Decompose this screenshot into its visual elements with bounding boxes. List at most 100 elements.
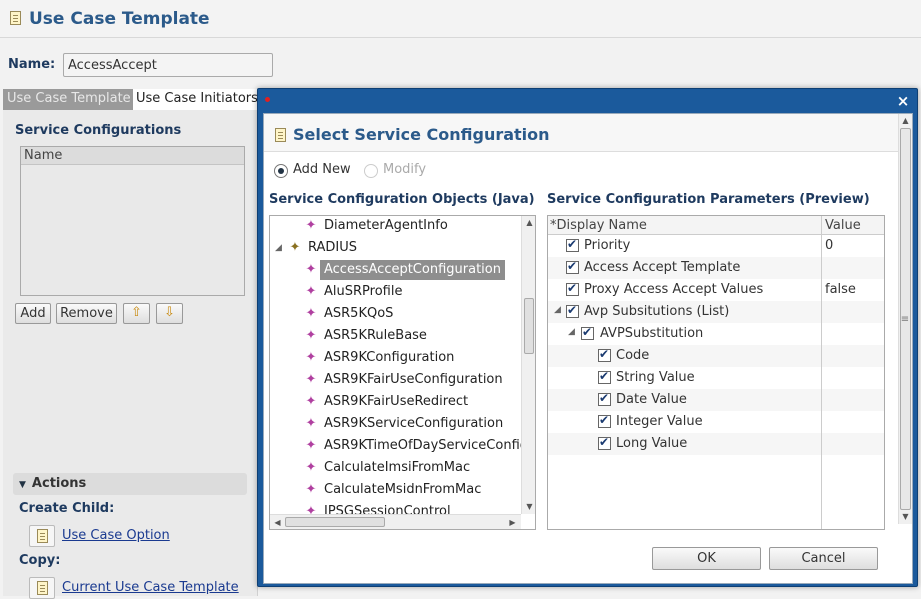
diamond-icon: ✦ xyxy=(305,328,317,343)
tree-item[interactable]: ✦ ASR9KFairUseConfiguration xyxy=(270,370,521,390)
checkbox[interactable] xyxy=(566,259,579,274)
dialog-body: Select Service Configuration Add New Mod… xyxy=(263,113,913,584)
tree-item[interactable]: ✦ ASR5KQoS xyxy=(270,304,521,324)
collapse-icon[interactable]: ◢ xyxy=(275,238,285,258)
diamond-icon: ✦ xyxy=(305,460,317,475)
table-row[interactable]: Code xyxy=(548,345,884,367)
column-value[interactable]: Value xyxy=(825,218,861,233)
current-use-case-template-link[interactable]: Current Use Case Template xyxy=(62,580,239,595)
tree-item[interactable]: ✦ ASR9KServiceConfiguration xyxy=(270,414,521,434)
dialog-header: Select Service Configuration xyxy=(264,114,898,152)
collapse-icon[interactable]: ◢ xyxy=(568,327,575,337)
list-header-name[interactable]: Name xyxy=(21,147,244,165)
move-up-button[interactable]: ⇧ xyxy=(123,303,150,324)
use-case-option-link[interactable]: Use Case Option xyxy=(62,528,170,543)
actions-section-header[interactable]: ▼ Actions xyxy=(13,473,247,495)
ok-button[interactable]: OK xyxy=(652,547,761,570)
tree-horizontal-thumb[interactable] xyxy=(285,517,385,527)
scroll-down-icon[interactable]: ▼ xyxy=(899,510,912,523)
document-icon xyxy=(37,581,48,595)
scroll-right-icon[interactable]: ▶ xyxy=(506,516,519,529)
page-title: Use Case Template xyxy=(29,9,210,29)
table-row[interactable]: Priority 0 xyxy=(548,235,884,257)
checkbox[interactable] xyxy=(598,369,611,384)
cancel-button[interactable]: Cancel xyxy=(769,547,878,570)
diamond-icon: ✦ xyxy=(305,482,317,497)
checkbox[interactable] xyxy=(598,435,611,450)
checkbox[interactable] xyxy=(566,281,579,296)
diamond-icon: ✦ xyxy=(305,372,317,387)
name-input[interactable] xyxy=(63,53,273,77)
add-new-label[interactable]: Add New xyxy=(293,162,351,177)
diamond-icon: ✦ xyxy=(305,218,317,233)
scroll-left-icon[interactable]: ◀ xyxy=(271,516,284,529)
objects-title: Service Configuration Objects (Java) xyxy=(269,192,535,207)
table-row[interactable]: ◢ Avp Subsitutions (List) xyxy=(548,301,884,323)
folder-icon: ✦ xyxy=(289,240,301,255)
service-configurations-list[interactable]: Name xyxy=(20,146,245,296)
tree-vertical-thumb[interactable] xyxy=(524,298,534,354)
tree-item-selected[interactable]: ✦ AccessAcceptConfiguration xyxy=(270,260,521,280)
close-icon[interactable]: × xyxy=(894,92,912,110)
collapse-icon[interactable]: ◢ xyxy=(554,305,561,315)
copy-label: Copy: xyxy=(19,553,61,568)
params-title: Service Configuration Parameters (Previe… xyxy=(547,192,870,207)
table-row[interactable]: String Value xyxy=(548,367,884,389)
table-row[interactable]: ◢ AVPSubstitution xyxy=(548,323,884,345)
table-row[interactable]: Date Value xyxy=(548,389,884,411)
add-button[interactable]: Add xyxy=(15,303,51,324)
checkbox[interactable] xyxy=(581,325,594,340)
template-icon xyxy=(275,128,286,142)
diamond-icon: ✦ xyxy=(305,306,317,321)
modify-label[interactable]: Modify xyxy=(383,162,426,177)
checkbox[interactable] xyxy=(566,237,579,252)
move-down-button[interactable]: ⇩ xyxy=(156,303,183,324)
tree-item[interactable]: ✦ AluSRProfile xyxy=(270,282,521,302)
tree-horizontal-scrollbar[interactable]: ◀ ▶ xyxy=(270,514,521,529)
modify-radio[interactable] xyxy=(364,164,378,178)
scroll-grip-icon: ≡ xyxy=(900,314,910,325)
checkbox[interactable] xyxy=(598,413,611,428)
diamond-icon: ✦ xyxy=(305,504,317,514)
tree-item[interactable]: ✦ CalculateMsidnFromMac xyxy=(270,480,521,500)
column-display-name[interactable]: *Display Name xyxy=(550,218,647,233)
tree-vertical-scrollbar[interactable]: ▲ ▼ xyxy=(521,216,535,514)
tree-item[interactable]: ✦ ASR9KConfiguration xyxy=(270,348,521,368)
triangle-down-icon: ▼ xyxy=(19,480,26,490)
tree-item[interactable]: ✦ IPSGSessionControl xyxy=(270,502,521,514)
tab-use-case-initiators[interactable]: Use Case Initiators xyxy=(133,89,261,110)
parameters-table[interactable]: *Display Name Value Priority 0 Access Ac… xyxy=(547,215,885,530)
table-row[interactable]: Proxy Access Accept Values false xyxy=(548,279,884,301)
document-icon xyxy=(37,529,48,543)
diamond-icon: ✦ xyxy=(305,262,317,277)
diamond-icon: ✦ xyxy=(305,284,317,299)
add-new-radio[interactable] xyxy=(274,164,288,178)
table-header: *Display Name Value xyxy=(548,216,884,235)
column-divider[interactable] xyxy=(821,216,822,529)
tree-item[interactable]: ✦ ASR9KFairUseRedirect xyxy=(270,392,521,412)
diamond-icon: ✦ xyxy=(305,350,317,365)
service-objects-tree[interactable]: ✦ DiameterAgentInfo ◢ ✦ RADIUS ✦ AccessA… xyxy=(269,215,536,530)
tab-use-case-template[interactable]: Use Case Template xyxy=(3,89,135,110)
create-child-label: Create Child: xyxy=(19,501,115,516)
scroll-up-icon[interactable]: ▲ xyxy=(523,216,535,229)
tree-item[interactable]: ✦ CalculateImsiFromMac xyxy=(270,458,521,478)
table-row[interactable]: Long Value xyxy=(548,433,884,455)
tree-item[interactable]: ✦ DiameterAgentInfo xyxy=(270,216,521,236)
remove-button[interactable]: Remove xyxy=(56,303,117,324)
table-row[interactable]: Access Accept Template xyxy=(548,257,884,279)
tree-group[interactable]: ◢ ✦ RADIUS xyxy=(270,238,521,258)
scroll-up-icon[interactable]: ▲ xyxy=(899,114,912,127)
template-icon xyxy=(10,11,21,25)
checkbox[interactable] xyxy=(566,303,579,318)
table-row[interactable]: Integer Value xyxy=(548,411,884,433)
diamond-icon: ✦ xyxy=(305,394,317,409)
checkbox[interactable] xyxy=(598,347,611,362)
tree-item[interactable]: ✦ ASR5KRuleBase xyxy=(270,326,521,346)
dialog-title: Select Service Configuration xyxy=(293,125,550,144)
scroll-down-icon[interactable]: ▼ xyxy=(523,500,535,513)
tree-item[interactable]: ✦ ASR9KTimeOfDayServiceConfigu xyxy=(270,436,521,456)
use-case-option-icon[interactable] xyxy=(29,525,55,547)
name-label: Name: xyxy=(8,57,56,72)
checkbox[interactable] xyxy=(598,391,611,406)
